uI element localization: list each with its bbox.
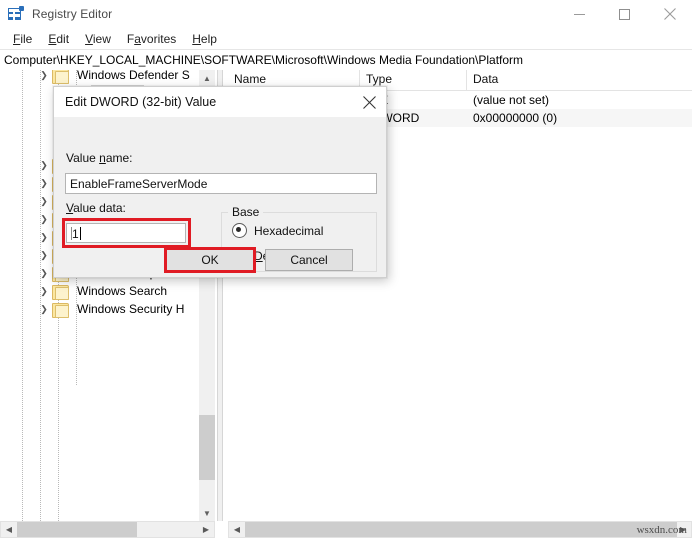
tree-item[interactable]: ❯ Windows Security H xyxy=(0,300,215,318)
radio-hexadecimal-label: Hexadecimal xyxy=(254,223,324,238)
value-data-label: Value data: xyxy=(66,201,126,215)
chevron-right-icon[interactable]: ❯ xyxy=(36,70,52,83)
tree-horizontal-scrollbar[interactable]: ◀ ▶ xyxy=(0,521,215,538)
value-name-input[interactable]: EnableFrameServerMode xyxy=(65,173,377,194)
chevron-right-icon[interactable]: ❯ xyxy=(36,265,52,281)
tree-item-label: Windows Search xyxy=(77,283,168,298)
window-title: Registry Editor xyxy=(32,7,113,21)
column-header-data[interactable]: Data xyxy=(467,70,692,90)
scroll-up-icon[interactable]: ▲ xyxy=(199,70,215,86)
chevron-right-icon[interactable]: ❯ xyxy=(36,175,52,191)
radio-hexadecimal[interactable]: Hexadecimal xyxy=(232,223,323,238)
tree-item[interactable]: ❯ Windows Search xyxy=(0,282,215,300)
tree-scroll-thumb[interactable] xyxy=(199,415,215,480)
cancel-button[interactable]: Cancel xyxy=(265,249,353,271)
cell-data: (value not set) xyxy=(473,93,550,107)
chevron-right-icon[interactable]: ❯ xyxy=(36,229,52,245)
chevron-right-icon[interactable]: ❯ xyxy=(36,283,52,299)
tree-item[interactable]: ❯ Windows Defender S xyxy=(0,70,215,84)
scroll-down-icon[interactable]: ▼ xyxy=(199,505,215,521)
tree-item-label: Windows Security H xyxy=(77,301,185,316)
minimize-icon[interactable] xyxy=(557,0,602,28)
title-bar: Registry Editor xyxy=(0,0,692,28)
base-group-label: Base xyxy=(228,205,264,219)
chevron-right-icon[interactable]: ❯ xyxy=(36,157,52,173)
chevron-right-icon[interactable]: ❯ xyxy=(36,301,52,317)
value-data-text: 1 xyxy=(72,227,79,241)
chevron-right-icon[interactable]: ❯ xyxy=(36,211,52,227)
maximize-icon[interactable] xyxy=(602,0,647,28)
close-icon[interactable] xyxy=(647,0,692,28)
bottom-scrollbars: ◀ ▶ ◀ ▶ wsxdn.com xyxy=(0,521,692,539)
dialog-title: Edit DWORD (32-bit) Value xyxy=(65,95,217,109)
menu-file[interactable]: File xyxy=(5,30,40,48)
menu-help[interactable]: Help xyxy=(184,30,225,48)
tree-hscroll-thumb[interactable] xyxy=(17,522,137,537)
menu-view[interactable]: View xyxy=(77,30,119,48)
menu-favorites[interactable]: Favorites xyxy=(119,30,184,48)
dialog-close-icon[interactable] xyxy=(352,87,386,117)
menu-bar: File Edit View Favorites Help xyxy=(0,28,692,49)
radio-hexadecimal-icon xyxy=(232,223,247,238)
window-controls xyxy=(557,0,692,28)
values-hscroll-thumb[interactable] xyxy=(245,522,677,537)
address-path: Computer\HKEY_LOCAL_MACHINE\SOFTWARE\Mic… xyxy=(4,53,524,67)
value-name-label: Value name: xyxy=(66,151,133,165)
scroll-left-icon[interactable]: ◀ xyxy=(1,522,17,537)
folder-icon xyxy=(52,284,69,300)
folder-icon xyxy=(52,302,69,318)
registry-editor-icon xyxy=(8,6,24,22)
values-horizontal-scrollbar[interactable]: ◀ ▶ wsxdn.com xyxy=(228,521,692,538)
value-data-input[interactable]: 1 xyxy=(66,223,186,243)
watermark: wsxdn.com xyxy=(636,524,687,536)
folder-icon xyxy=(52,70,69,84)
cell-data: 0x00000000 (0) xyxy=(473,111,558,125)
menu-edit[interactable]: Edit xyxy=(40,30,77,48)
chevron-right-icon[interactable]: ❯ xyxy=(36,247,52,263)
chevron-right-icon[interactable]: ❯ xyxy=(36,193,52,209)
scroll-right-icon[interactable]: ▶ xyxy=(198,522,214,537)
ok-button[interactable]: OK xyxy=(166,249,254,271)
scroll-left-icon[interactable]: ◀ xyxy=(229,522,245,537)
tree-item-label: Windows Defender S xyxy=(77,70,190,82)
dialog-title-bar: Edit DWORD (32-bit) Value xyxy=(54,87,386,117)
address-bar[interactable]: Computer\HKEY_LOCAL_MACHINE\SOFTWARE\Mic… xyxy=(0,49,692,71)
